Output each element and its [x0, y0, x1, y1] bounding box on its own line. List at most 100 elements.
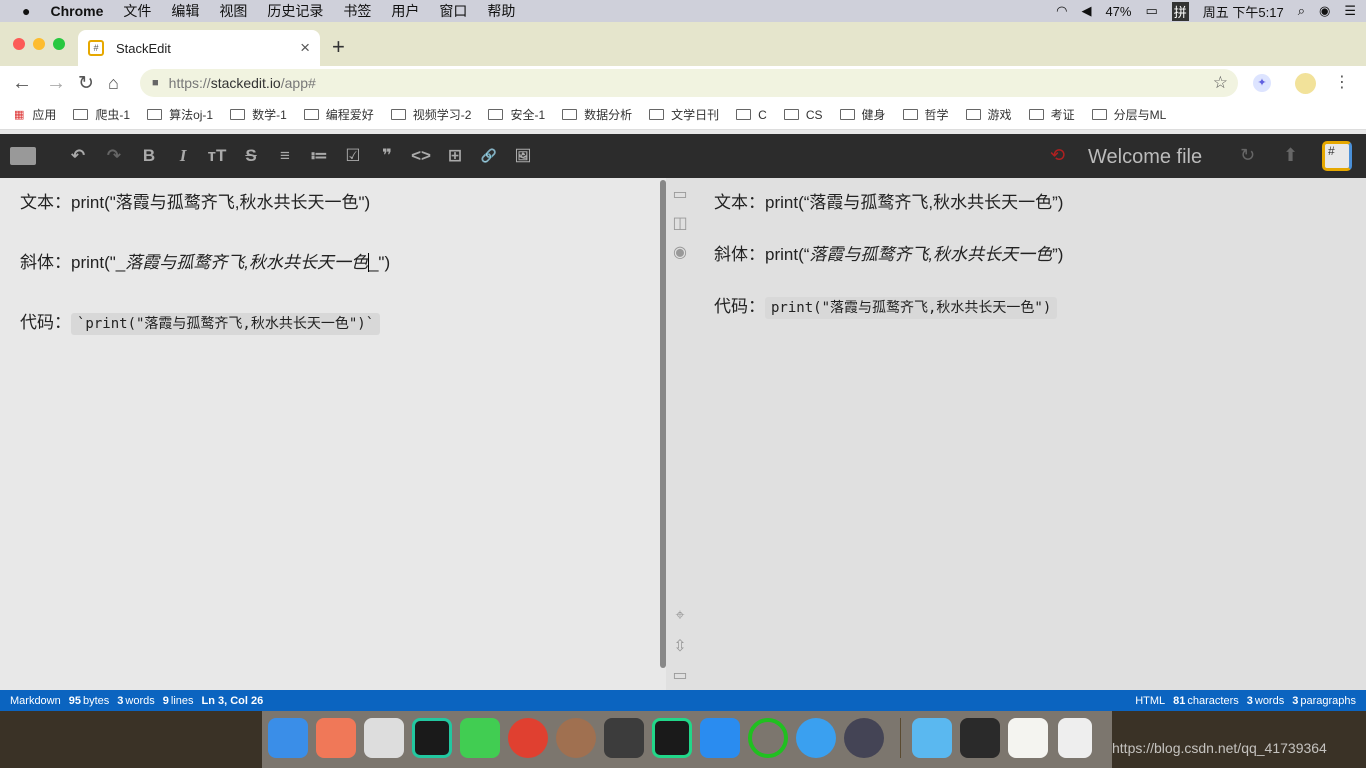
home-icon[interactable]: ⌂ — [108, 73, 132, 94]
zoom-window-button[interactable] — [53, 38, 65, 50]
scroll-sync-icon[interactable]: ⌖ — [671, 607, 689, 625]
profile-avatar[interactable] — [1295, 73, 1316, 94]
bookmark-folder[interactable]: 数学-1 — [230, 106, 287, 123]
new-tab-button[interactable]: + — [332, 34, 345, 60]
bookmark-folder[interactable]: 哲学 — [902, 106, 949, 123]
bookmark-folder[interactable]: 考证 — [1028, 106, 1075, 123]
explorer-folder-icon[interactable] — [10, 147, 36, 165]
bookmark-folder[interactable]: 游戏 — [965, 106, 1012, 123]
finder-icon[interactable] — [268, 718, 308, 758]
clion-icon[interactable] — [412, 718, 452, 758]
app-icon[interactable] — [556, 718, 596, 758]
qt-creator-icon[interactable] — [460, 718, 500, 758]
address-bar[interactable]: ■ https://stackedit.io/app# ☆ — [140, 69, 1238, 97]
ordered-list-button[interactable]: ≔ — [302, 146, 336, 166]
siri-icon[interactable]: ◉ — [1319, 3, 1330, 19]
bookmark-folder[interactable]: 编程爱好 — [303, 106, 374, 123]
unordered-list-button[interactable]: ≡ — [268, 146, 302, 166]
url-scheme: https:// — [168, 75, 211, 91]
cursor-position: Ln 3, Col 26 — [201, 694, 264, 707]
bookmark-folder[interactable]: 爬虫-1 — [73, 106, 130, 123]
bookmark-folder[interactable]: 分层与ML — [1091, 106, 1166, 123]
bookmark-folder[interactable]: 数据分析 — [562, 106, 632, 123]
extension-icon[interactable]: ✦ — [1253, 74, 1271, 92]
undo-icon[interactable]: ↶ — [60, 146, 96, 166]
wifi-icon[interactable]: ◠ — [1056, 3, 1067, 19]
bookmark-folder[interactable]: 算法oj-1 — [147, 106, 213, 123]
bookmark-folder[interactable]: C — [736, 108, 767, 122]
bookmark-folder[interactable]: 文学日刊 — [649, 106, 719, 123]
stackedit-menu-button[interactable]: # — [1322, 141, 1352, 171]
jar-app-icon[interactable] — [364, 718, 404, 758]
clock[interactable]: 周五 下午5:17 — [1203, 2, 1284, 21]
trash-icon[interactable] — [1058, 718, 1092, 758]
sync-icon[interactable]: ↻ — [1240, 145, 1255, 166]
menu-history[interactable]: 历史记录 — [267, 1, 323, 21]
close-window-button[interactable] — [13, 38, 25, 50]
menu-window[interactable]: 窗口 — [439, 1, 467, 21]
link-button[interactable]: 🔗 — [472, 148, 506, 164]
words-count: 3 — [117, 694, 124, 707]
safari-icon[interactable] — [796, 718, 836, 758]
downloads-folder-icon[interactable] — [912, 718, 952, 758]
side-bar-icon[interactable]: ▭ — [671, 665, 689, 684]
sublime-text-icon[interactable] — [604, 718, 644, 758]
spotlight-icon[interactable]: ⌕ — [1298, 3, 1305, 19]
tab-stackedit[interactable]: # StackEdit × — [78, 30, 320, 66]
menu-app[interactable]: Chrome — [50, 3, 103, 19]
notification-center-icon[interactable]: ☰ — [1344, 3, 1356, 19]
heading-button[interactable]: тT — [200, 146, 234, 166]
bookmark-folder[interactable]: 视频学习-2 — [390, 106, 471, 123]
app-icon[interactable] — [748, 718, 788, 758]
chrome-icon[interactable] — [508, 718, 548, 758]
image-button[interactable]: 🖼 — [506, 148, 540, 164]
forward-icon[interactable]: → — [46, 72, 70, 95]
battery-icon[interactable]: ▭ — [1145, 3, 1157, 19]
publish-icon[interactable]: ⬆ — [1283, 145, 1298, 166]
pycharm-icon[interactable] — [652, 718, 692, 758]
bookmark-apps[interactable]: ▦ 应用 — [14, 106, 56, 123]
folder-icon — [649, 109, 665, 120]
bookmark-folder[interactable]: CS — [783, 108, 823, 122]
quicktime-icon[interactable] — [844, 718, 884, 758]
redo-icon[interactable]: ↷ — [96, 146, 132, 166]
window-thumbnail-icon[interactable] — [960, 718, 1000, 758]
code-button[interactable]: <> — [404, 146, 438, 166]
bookmark-label: 数学-1 — [252, 108, 287, 122]
reload-icon[interactable]: ↻ — [78, 72, 102, 95]
file-title[interactable]: Welcome file — [1088, 146, 1202, 169]
table-button[interactable]: ⊞ — [438, 146, 472, 166]
window-thumbnail-icon[interactable] — [1008, 718, 1048, 758]
menu-view[interactable]: 视图 — [219, 1, 247, 21]
input-method[interactable]: 拼 — [1171, 1, 1189, 21]
bookmark-folder[interactable]: 安全-1 — [488, 106, 545, 123]
battery-percent[interactable]: 47% — [1105, 4, 1131, 19]
folder-icon — [839, 109, 855, 120]
menu-edit[interactable]: 编辑 — [171, 1, 199, 21]
toggle-navbar-icon[interactable]: ▭ — [671, 184, 689, 203]
bookmark-folder[interactable]: 健身 — [839, 106, 886, 123]
menu-help[interactable]: 帮助 — [487, 1, 515, 21]
toggle-statusbar-icon[interactable]: ⇳ — [671, 636, 689, 655]
toggle-side-preview-icon[interactable]: ◫ — [671, 213, 689, 232]
bold-button[interactable]: B — [132, 146, 166, 166]
checklist-button[interactable]: ☑ — [336, 146, 370, 166]
italic-button[interactable]: I — [166, 146, 200, 166]
menu-file[interactable]: 文件 — [123, 1, 151, 21]
tab-close-icon[interactable]: × — [300, 38, 310, 58]
menu-people[interactable]: 用户 — [391, 1, 419, 21]
blockquote-button[interactable]: ❞ — [370, 146, 404, 166]
preview-eye-icon[interactable]: ◉ — [671, 242, 689, 261]
menu-bookmarks[interactable]: 书签 — [343, 1, 371, 21]
strikethrough-button[interactable]: S — [234, 146, 268, 166]
chrome-menu-icon[interactable]: ⋮ — [1334, 72, 1350, 92]
bookmark-star-icon[interactable]: ☆ — [1213, 73, 1228, 93]
volume-icon[interactable]: ◀ — [1081, 3, 1091, 19]
minimize-window-button[interactable] — [33, 38, 45, 50]
paw-icon[interactable] — [316, 718, 356, 758]
sync-disabled-icon[interactable]: ⟲ — [1050, 145, 1065, 166]
markdown-editor[interactable]: 文本：print("落霞与孤鹜齐飞,秋水共长天一色") 斜体：print("_落… — [0, 178, 666, 690]
xcode-icon[interactable] — [700, 718, 740, 758]
apple-icon[interactable]: ● — [22, 3, 30, 19]
back-icon[interactable]: ← — [12, 72, 36, 95]
